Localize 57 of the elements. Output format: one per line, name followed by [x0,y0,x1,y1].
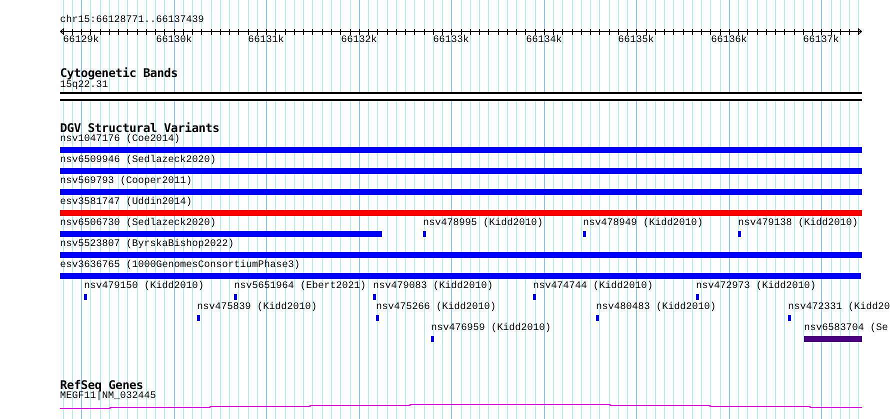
location-label: chr15:66128771..66137439 [60,16,204,26]
variant-label: nsv6506730 (Sedlazeck2020) [60,219,216,229]
variant-bar[interactable] [596,315,599,321]
variant-bar[interactable] [738,231,741,237]
variant-bar[interactable] [60,168,862,174]
variant-label: nsv479150 (Kidd2010) [84,282,204,292]
variant-label: nsv472973 (Kidd2010) [696,282,816,292]
variant-label: nsv480483 (Kidd2010) [596,303,716,313]
variant-bar[interactable] [60,189,862,195]
variant-bar[interactable] [533,294,536,300]
tick-label: 66137k [803,36,839,46]
variant-bar[interactable] [373,294,376,300]
tick-label: 66131k [248,36,284,46]
variant-label: nsv569793 (Cooper2011) [60,177,192,187]
tick-label: 66129k [63,36,99,46]
variant-label: nsv475839 (Kidd2010) [197,303,318,313]
variant-bar[interactable] [431,336,434,342]
variant-label: nsv474744 (Kidd2010) [533,282,654,292]
variant-label: nsv6583704 (Se [804,324,888,334]
variant-label: nsv472331 (Kidd20 [788,303,890,313]
variant-label: nsv476959 (Kidd2010) [431,324,552,334]
variant-bar[interactable] [197,315,200,321]
gene-label: MEGF11|NM_032445 [60,392,156,402]
variant-bar[interactable] [804,336,862,342]
variant-bar[interactable] [423,231,426,237]
variant-label: esv3581747 (Uddin2014) [60,198,192,208]
variant-bar[interactable] [60,147,862,153]
variant-label: nsv5651964 (Ebert2021) [234,282,366,292]
variant-label: nsv1047176 (Coe2014) [60,135,180,145]
variant-bar[interactable] [60,273,861,279]
variant-label: nsv478949 (Kidd2010) [583,219,704,229]
track-title: Cytogenetic Bands [60,67,178,79]
band-label: 15q22.31 [60,81,108,91]
variant-bar[interactable] [60,231,382,237]
variant-label: nsv479083 (Kidd2010) [373,282,494,292]
variant-label: nsv475266 (Kidd2010) [376,303,496,313]
variant-label: esv3636765 (1000GenomesConsortiumPhase3) [60,261,300,271]
variant-bar[interactable] [583,231,586,237]
variant-label: nsv6509946 (Sedlazeck2020) [60,156,216,166]
track-title: DGV Structural Variants [60,122,220,134]
tick-label: 66132k [341,36,377,46]
variant-label: nsv5523807 (ByrskaBishop2022) [60,240,234,250]
variant-bar[interactable] [84,294,87,300]
tick-label: 66134k [526,36,562,46]
variant-bar[interactable] [696,294,699,300]
variant-bar[interactable] [234,294,237,300]
track-title: RefSeq Genes [60,379,144,391]
variant-bar[interactable] [60,252,862,258]
variant-label: nsv479138 (Kidd2010) [738,219,858,229]
variant-label: nsv478995 (Kidd2010) [423,219,544,229]
tick-label: 66135k [618,36,654,46]
tick-label: 66130k [156,36,192,46]
variant-bar[interactable] [60,210,862,216]
tick-label: 66136k [711,36,747,46]
tick-label: 66133k [433,36,469,46]
variant-bar[interactable] [376,315,379,321]
variant-bar[interactable] [788,315,791,321]
